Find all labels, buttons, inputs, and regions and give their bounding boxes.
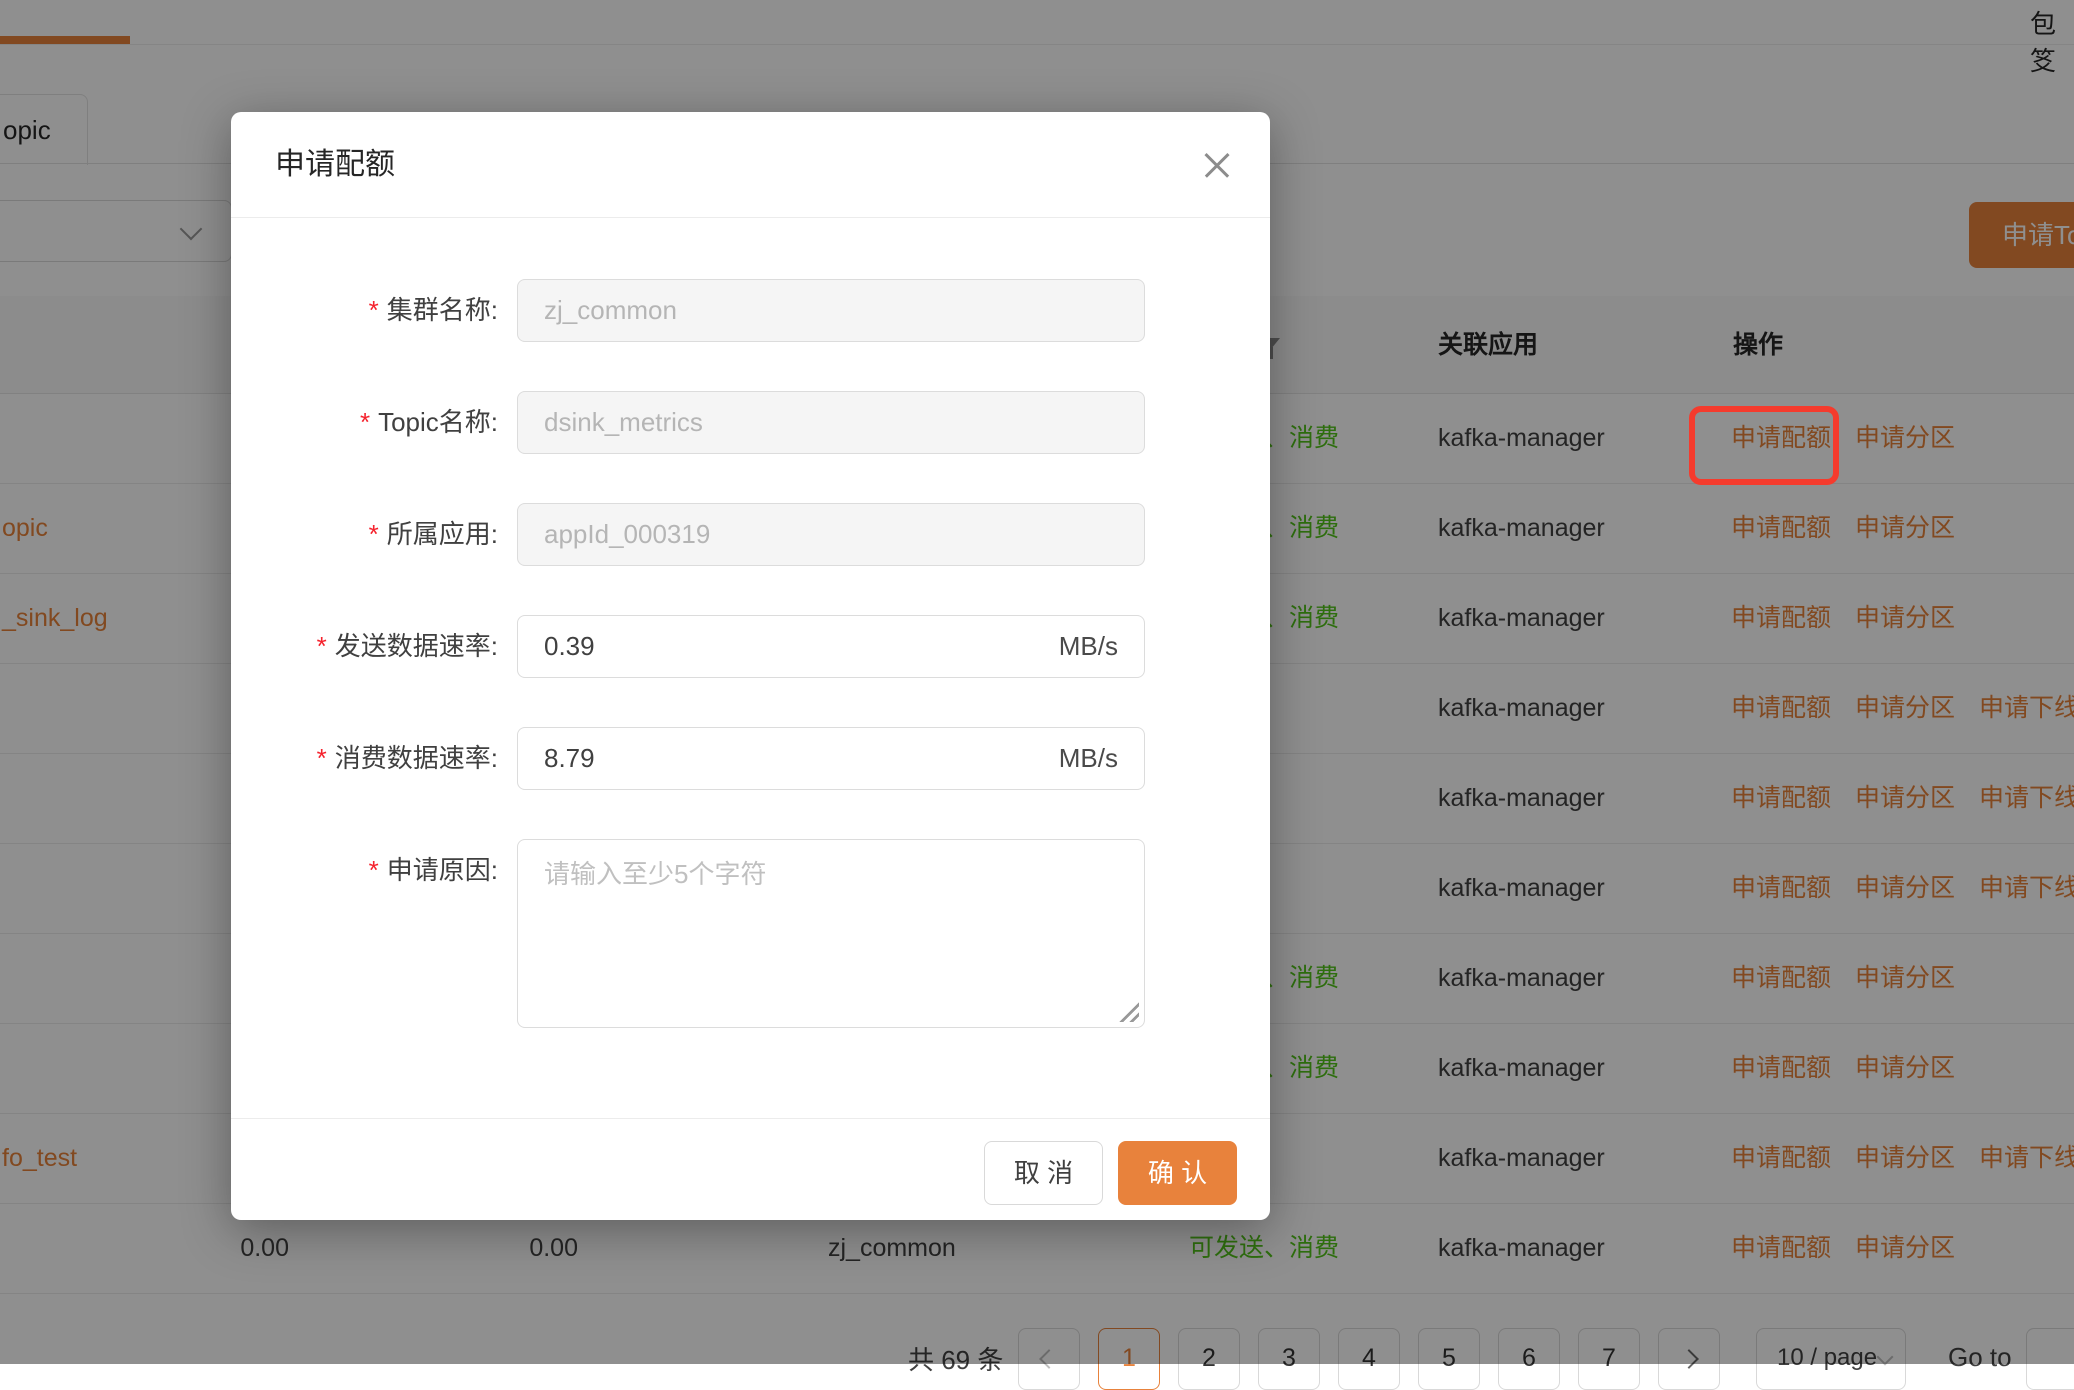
cancel-button[interactable]: 取 消	[984, 1141, 1103, 1205]
send-rate-input[interactable]: 0.39MB/s	[517, 615, 1145, 678]
red-highlight-annotation	[1689, 406, 1839, 485]
modal-title: 申请配额	[275, 112, 395, 218]
owner-app-input[interactable]: appId_000319	[517, 503, 1145, 566]
required-asterisk: *	[369, 855, 379, 885]
apply-quota-modal: 申请配额 *集群名称: zj_common *Topic名称: dsink_metri…	[231, 112, 1270, 1220]
textarea-resize-handle[interactable]	[1119, 1002, 1139, 1022]
required-asterisk: *	[317, 631, 327, 661]
cluster-name-label: *集群名称:	[231, 279, 498, 342]
unit-suffix: MB/s	[1059, 728, 1118, 789]
send-rate-label: *发送数据速率:	[231, 615, 498, 678]
topic-name-input[interactable]: dsink_metrics	[517, 391, 1145, 454]
required-asterisk: *	[317, 743, 327, 773]
unit-suffix: MB/s	[1059, 616, 1118, 677]
modal-header: 申请配额	[231, 112, 1270, 218]
close-icon[interactable]	[1202, 150, 1232, 180]
required-asterisk: *	[369, 295, 379, 325]
required-asterisk: *	[360, 407, 370, 437]
modal-footer: 取 消 确 认	[231, 1118, 1270, 1220]
apply-reason-textarea[interactable]: 请输入至少5个字符	[517, 839, 1145, 1028]
apply-reason-placeholder: 请输入至少5个字符	[544, 859, 766, 889]
owner-app-label: *所属应用:	[231, 503, 498, 566]
consume-rate-input[interactable]: 8.79MB/s	[517, 727, 1145, 790]
topic-name-label: *Topic名称:	[231, 391, 498, 454]
required-asterisk: *	[369, 519, 379, 549]
cluster-name-input[interactable]: zj_common	[517, 279, 1145, 342]
confirm-button[interactable]: 确 认	[1118, 1141, 1237, 1205]
apply-reason-label: *申请原因:	[231, 839, 498, 902]
consume-rate-label: *消费数据速率:	[231, 727, 498, 790]
